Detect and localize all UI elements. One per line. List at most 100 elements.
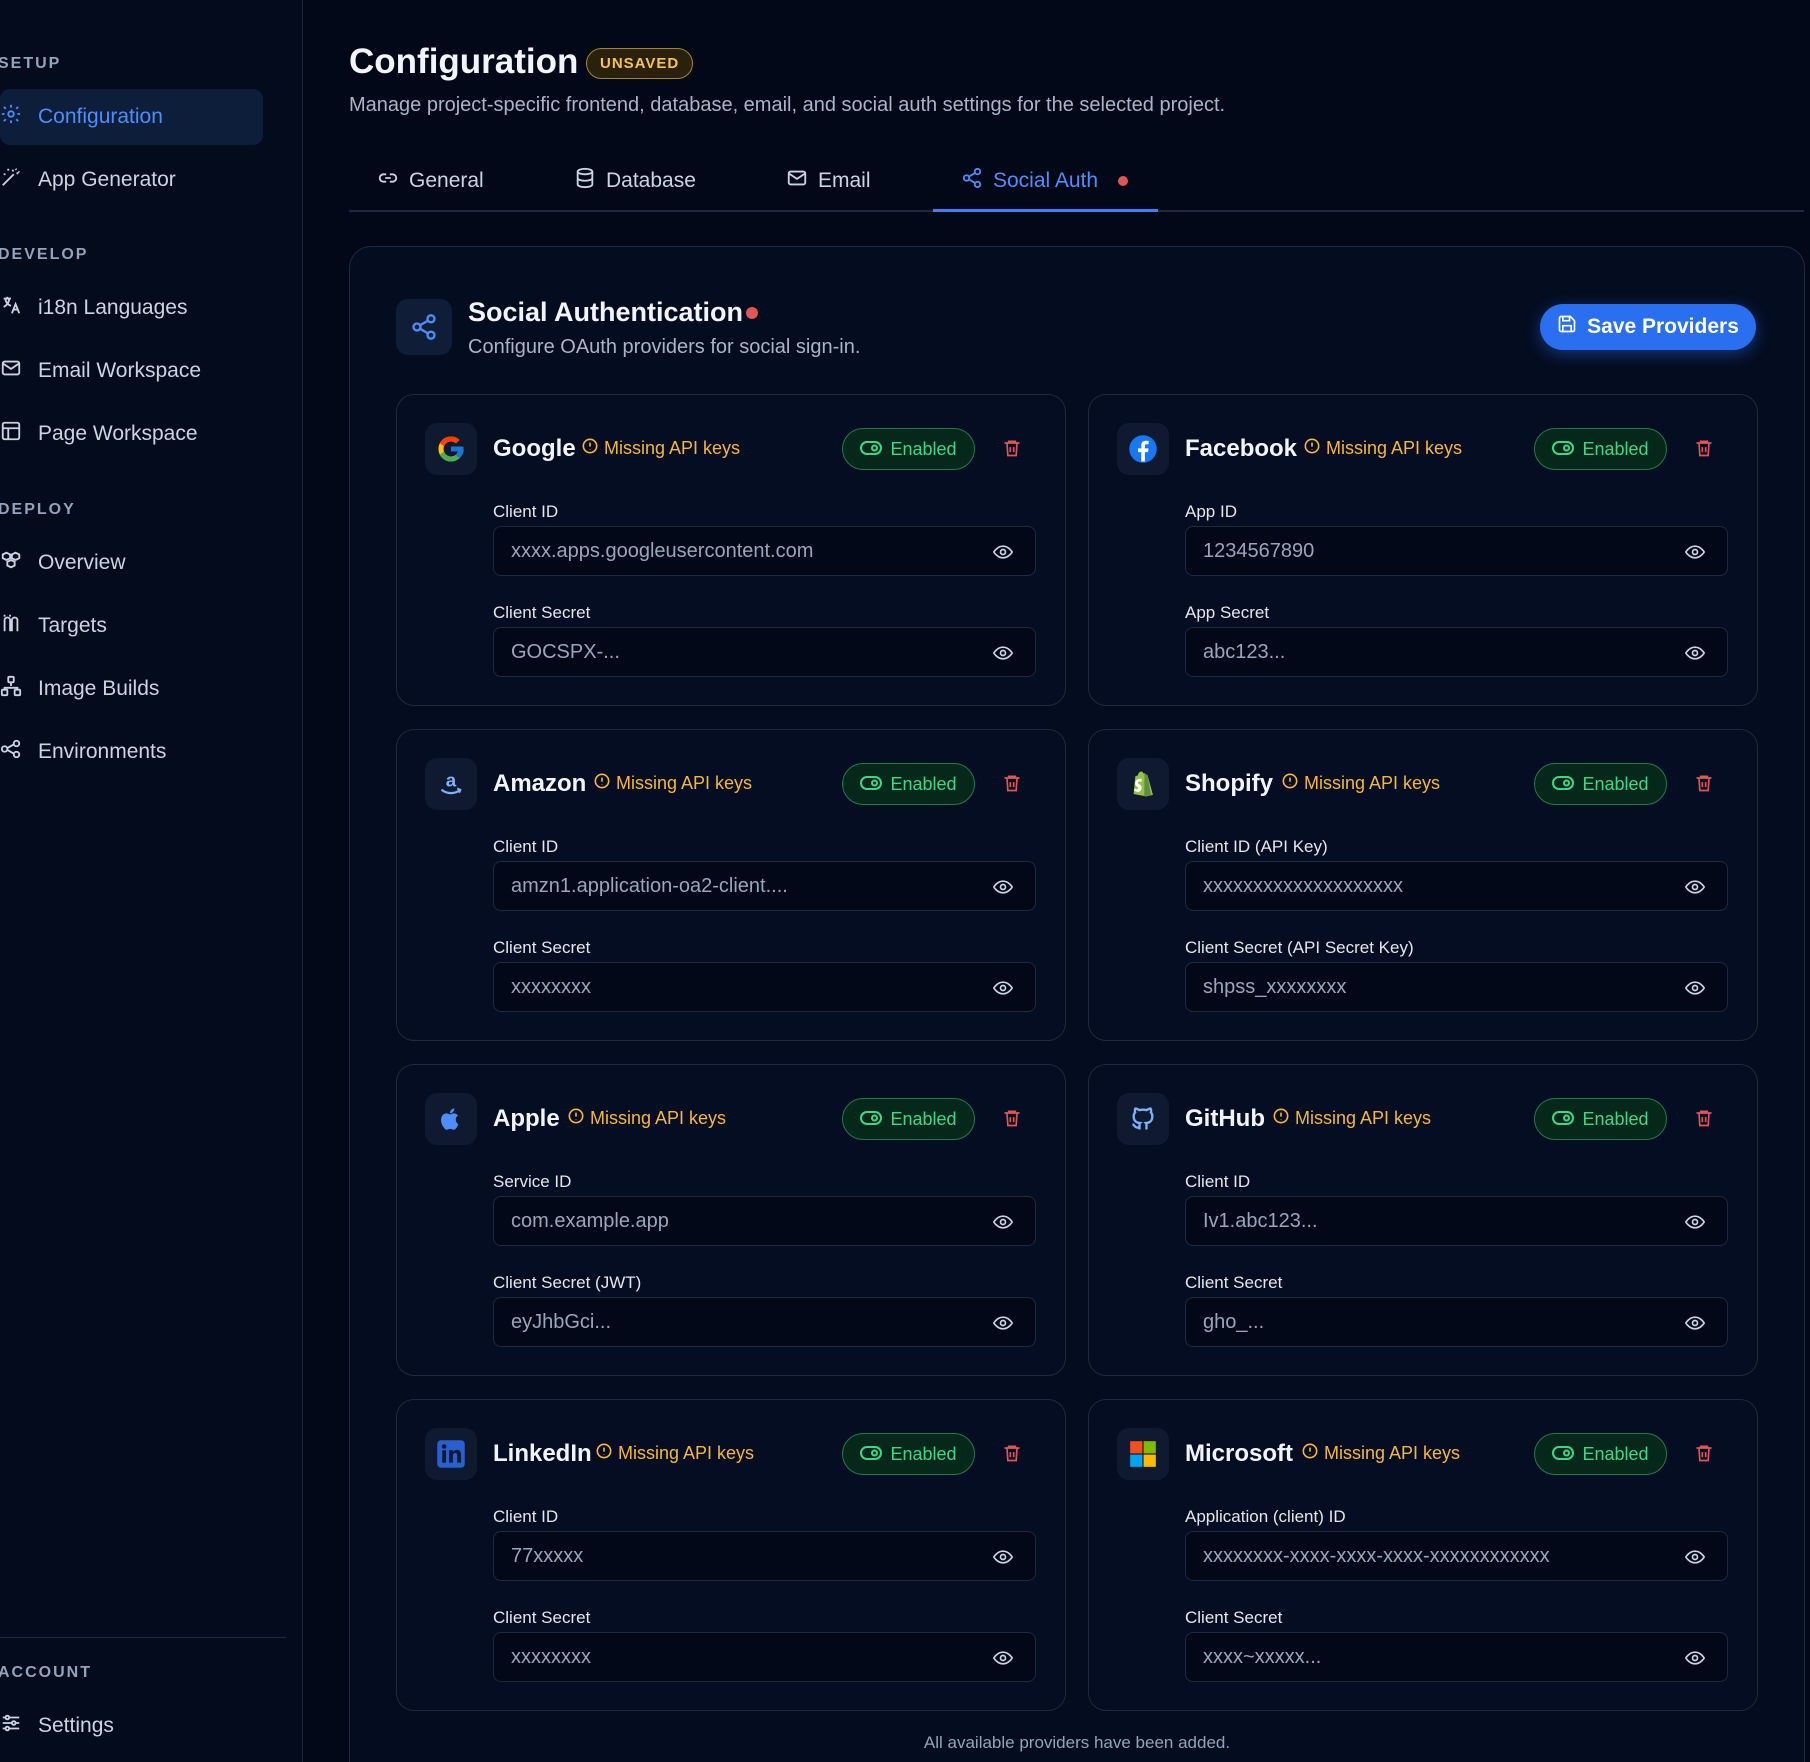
missing-keys-warning: Missing API keys <box>568 1108 726 1129</box>
field-value: 1234567890 <box>1203 539 1315 562</box>
client-secret-input[interactable]: xxxxxxxx <box>493 1632 1036 1682</box>
field-value: xxxxxxxx-xxxx-xxxx-xxxx-xxxxxxxxxxxx <box>1203 1544 1550 1567</box>
trash-icon[interactable] <box>1694 437 1714 464</box>
eye-icon[interactable] <box>1684 1649 1706 1672</box>
eye-icon[interactable] <box>992 979 1014 1002</box>
field-label: Client Secret <box>1185 1273 1283 1292</box>
api-secret-key-input[interactable]: shpss_xxxxxxxx <box>1185 962 1728 1012</box>
toggle-icon <box>860 1109 883 1130</box>
sidebar-item-email-workspace[interactable]: Email Workspace <box>0 343 263 399</box>
field-value: amzn1.application-oa2-client.... <box>511 874 788 897</box>
sidebar-divider <box>0 1637 286 1638</box>
client-id-input[interactable]: amzn1.application-oa2-client.... <box>493 861 1036 911</box>
eye-icon[interactable] <box>992 1314 1014 1337</box>
provider-name: Facebook <box>1185 435 1298 462</box>
tab-social-auth[interactable]: Social Auth <box>961 150 1129 212</box>
client-secret-input[interactable]: GOCSPX-... <box>493 627 1036 677</box>
tab-label: Social Auth <box>993 169 1099 192</box>
sidebar-item-i18n-languages[interactable]: i18n Languages <box>0 280 263 336</box>
sidebar-item-page-workspace[interactable]: Page Workspace <box>0 406 263 462</box>
tab-email[interactable]: Email <box>786 150 871 212</box>
eye-icon[interactable] <box>1684 1213 1706 1236</box>
field-value: xxxxxxxx <box>511 975 591 998</box>
link-icon <box>377 167 399 195</box>
tab-database[interactable]: Database <box>574 150 696 212</box>
alert-circle-icon <box>1282 773 1298 794</box>
client-secret-input[interactable]: gho_... <box>1185 1297 1728 1347</box>
client-secret-input[interactable]: eyJhbGci... <box>493 1297 1036 1347</box>
tab-general[interactable]: General <box>377 150 484 212</box>
field-label: App ID <box>1185 502 1237 521</box>
missing-keys-warning: Missing API keys <box>1273 1108 1431 1129</box>
eye-icon[interactable] <box>992 543 1014 566</box>
enabled-toggle[interactable]: Enabled <box>1534 428 1667 470</box>
provider-name: Google <box>493 435 576 462</box>
enabled-toggle[interactable]: Enabled <box>1534 763 1667 805</box>
client-secret-input[interactable]: xxxxxxxx <box>493 962 1036 1012</box>
sidebar-item-environments[interactable]: Environments <box>0 724 263 780</box>
eye-icon[interactable] <box>992 644 1014 667</box>
missing-keys-warning: Missing API keys <box>1282 773 1440 794</box>
application-client-id-input[interactable]: xxxxxxxx-xxxx-xxxx-xxxx-xxxxxxxxxxxx <box>1185 1531 1728 1581</box>
enabled-toggle[interactable]: Enabled <box>842 428 975 470</box>
eye-icon[interactable] <box>1684 1548 1706 1571</box>
field-value: GOCSPX-... <box>511 640 620 663</box>
enabled-toggle[interactable]: Enabled <box>842 1433 975 1475</box>
provider-card-amazon: a Amazon Missing API keys Enabled Client… <box>396 729 1066 1041</box>
eye-icon[interactable] <box>1684 644 1706 667</box>
toggle-icon <box>1552 1444 1575 1465</box>
client-secret-input[interactable]: xxxx~xxxxx... <box>1185 1632 1728 1682</box>
sidebar-section-account: ACCOUNT <box>0 1664 92 1681</box>
enabled-toggle[interactable]: Enabled <box>1534 1098 1667 1140</box>
sidebar-item-settings[interactable]: Settings <box>0 1698 263 1754</box>
page-title: Configuration <box>349 42 579 81</box>
alert-circle-icon <box>1273 1108 1289 1129</box>
trash-icon[interactable] <box>1694 772 1714 799</box>
eye-icon[interactable] <box>1684 543 1706 566</box>
trash-icon[interactable] <box>1002 772 1022 799</box>
sidebar-item-label: Environments <box>38 740 167 763</box>
field-label: Client Secret <box>493 1608 591 1627</box>
field-value: xxxx~xxxxx... <box>1203 1645 1322 1668</box>
microsoft-icon <box>1117 1428 1169 1480</box>
toggle-icon <box>860 439 883 460</box>
eye-icon[interactable] <box>992 1649 1014 1672</box>
footer-note: All available providers have been added. <box>923 1733 1231 1752</box>
eye-icon[interactable] <box>992 878 1014 901</box>
enabled-toggle[interactable]: Enabled <box>842 1098 975 1140</box>
sidebar-item-overview[interactable]: Overview <box>0 535 263 591</box>
sidebar-item-image-builds[interactable]: Image Builds <box>0 661 263 717</box>
field-label: App Secret <box>1185 603 1270 622</box>
trash-icon[interactable] <box>1002 437 1022 464</box>
boxes-icon <box>0 549 22 577</box>
client-id-input[interactable]: 77xxxxx <box>493 1531 1036 1581</box>
sidebar-item-targets[interactable]: Targets <box>0 598 263 654</box>
enabled-toggle[interactable]: Enabled <box>842 763 975 805</box>
app-id-input[interactable]: 1234567890 <box>1185 526 1728 576</box>
sidebar-item-app-generator[interactable]: App Generator <box>0 152 263 208</box>
github-icon <box>1117 1093 1169 1145</box>
eye-icon[interactable] <box>1684 979 1706 1002</box>
sidebar-item-configuration[interactable]: Configuration <box>0 89 263 145</box>
api-key-input[interactable]: xxxxxxxxxxxxxxxxxxxx <box>1185 861 1728 911</box>
eye-icon[interactable] <box>1684 878 1706 901</box>
sidebar-item-label: Image Builds <box>38 677 160 700</box>
eye-icon[interactable] <box>992 1548 1014 1571</box>
enabled-toggle[interactable]: Enabled <box>1534 1433 1667 1475</box>
trash-icon[interactable] <box>1694 1442 1714 1469</box>
trash-icon[interactable] <box>1002 1442 1022 1469</box>
eye-icon[interactable] <box>992 1213 1014 1236</box>
provider-card-shopify: Shopify Missing API keys Enabled Client … <box>1088 729 1758 1041</box>
client-id-input[interactable]: xxxx.apps.googleusercontent.com <box>493 526 1036 576</box>
save-providers-label: Save Providers <box>1587 315 1739 338</box>
app-secret-input[interactable]: abc123... <box>1185 627 1728 677</box>
client-id-input[interactable]: Iv1.abc123... <box>1185 1196 1728 1246</box>
missing-keys-warning: Missing API keys <box>1304 438 1462 459</box>
trash-icon[interactable] <box>1694 1107 1714 1134</box>
service-id-input[interactable]: com.example.app <box>493 1196 1036 1246</box>
trash-icon[interactable] <box>1002 1107 1022 1134</box>
warning-text: Missing API keys <box>1326 438 1463 458</box>
eye-icon[interactable] <box>1684 1314 1706 1337</box>
save-providers-button[interactable]: Save Providers <box>1540 304 1756 350</box>
tab-label: General <box>409 169 484 192</box>
